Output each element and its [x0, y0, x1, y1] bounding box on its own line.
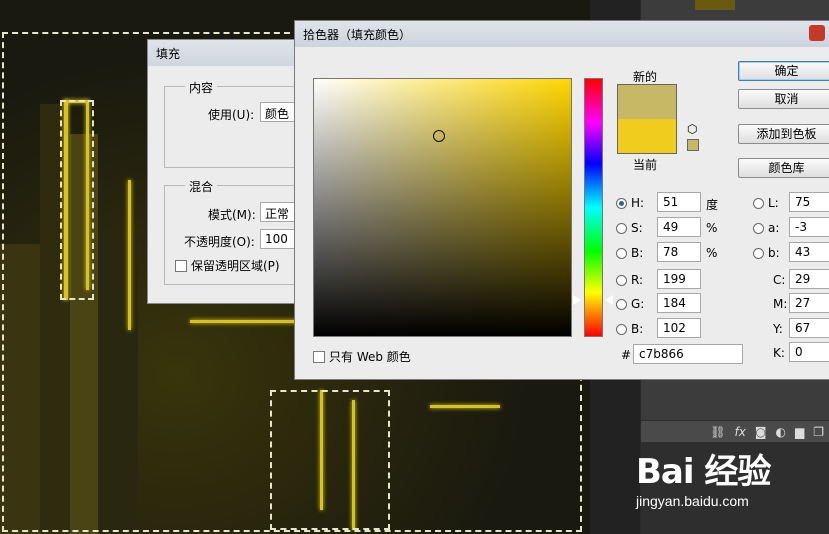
green-radio-row[interactable]: G: [616, 297, 644, 311]
content-group: 内容 [164, 79, 308, 168]
saturation-radio[interactable] [616, 223, 627, 234]
opacity-label: 不透明度(O): [184, 235, 255, 249]
add-to-swatches-button[interactable]: 添加到色板 [738, 124, 829, 144]
layers-panel-toolbar: ⛓ fx ◙ ◐ ▆ ❐ [641, 420, 829, 442]
close-button[interactable] [809, 25, 825, 41]
web-only-checkbox[interactable] [313, 351, 325, 363]
brightness-unit: % [706, 246, 718, 260]
lightness-radio-row[interactable]: L: [753, 196, 779, 210]
preserve-transparency-row[interactable]: 保留透明区域(P) [175, 257, 280, 274]
hue-slider[interactable] [584, 78, 603, 337]
red-input[interactable]: 199 [657, 269, 701, 289]
brightness-radio[interactable] [616, 248, 627, 259]
green-radio[interactable] [616, 299, 627, 310]
web-only-row[interactable]: 只有 Web 颜色 [313, 348, 411, 365]
hue-input[interactable]: 51 [657, 192, 701, 212]
magenta-input[interactable]: 27 [789, 293, 829, 313]
blue-radio-row[interactable]: B: [616, 322, 643, 336]
a-radio-row[interactable]: a: [753, 221, 779, 235]
hex-label: # [621, 348, 632, 362]
saturation-input[interactable]: 49 [657, 217, 701, 237]
fill-dialog-title[interactable]: 填充 [148, 40, 306, 66]
cancel-button[interactable]: 取消 [738, 89, 829, 109]
color-picker-title[interactable]: 拾色器（填充颜色） [295, 21, 829, 47]
black-input[interactable]: 0 [789, 342, 829, 362]
layer-thumbnail[interactable] [695, 0, 735, 10]
saturation-radio-row[interactable]: S: [616, 221, 643, 235]
a-input[interactable]: -3 [789, 217, 829, 237]
color-picker-dialog: 拾色器（填充颜色） 新的 当前 ⬡ 确定 取消 添加到色板 颜色库 H: 51 … [294, 20, 829, 380]
current-color-swatch[interactable] [617, 119, 677, 154]
baidu-logo: Bai 经验 [636, 452, 771, 492]
saturation-unit: % [706, 221, 718, 235]
a-radio[interactable] [753, 223, 764, 234]
use-label: 使用(U): [208, 108, 255, 122]
lightness-radio[interactable] [753, 198, 764, 209]
new-layer-icon[interactable]: ❐ [813, 425, 824, 439]
new-color-label: 新的 [633, 70, 658, 84]
gamut-cube-icon[interactable]: ⬡ [687, 122, 697, 136]
hue-radio[interactable] [616, 198, 627, 209]
red-radio[interactable] [616, 275, 627, 286]
blue-input[interactable]: 102 [657, 318, 701, 338]
color-cursor-icon[interactable] [433, 130, 445, 142]
mask-icon[interactable]: ◙ [755, 425, 767, 439]
mode-label: 模式(M): [208, 208, 256, 222]
black-label: K: [773, 346, 785, 360]
ok-button[interactable]: 确定 [738, 61, 829, 81]
yellow-label: Y: [773, 322, 783, 336]
current-color-label: 当前 [633, 158, 658, 172]
hue-radio-row[interactable]: H: [616, 196, 644, 210]
magenta-label: M: [773, 297, 788, 311]
brightness-input[interactable]: 78 [657, 242, 701, 262]
red-radio-row[interactable]: R: [616, 273, 643, 287]
hex-input[interactable]: c7b866 [633, 344, 743, 364]
preserve-transparency-label: 保留透明区域(P) [191, 259, 280, 273]
b-lab-input[interactable]: 43 [789, 242, 829, 262]
b-lab-radio-row[interactable]: b: [753, 246, 780, 260]
new-color-swatch [617, 84, 677, 119]
hue-slider-right-arrow-icon[interactable] [605, 295, 613, 305]
content-group-label: 内容 [185, 79, 218, 96]
baidu-jingyan-watermark: Bai 经验 jingyan.baidu.com [636, 444, 771, 509]
blend-group-label: 混合 [185, 178, 218, 195]
hue-slider-left-arrow-icon[interactable] [573, 295, 581, 305]
lightness-input[interactable]: 75 [789, 192, 829, 212]
web-only-label: 只有 Web 颜色 [329, 350, 411, 364]
watermark-url: jingyan.baidu.com [636, 493, 749, 509]
yellow-input[interactable]: 67 [789, 318, 829, 338]
color-libraries-button[interactable]: 颜色库 [738, 158, 829, 178]
saturation-brightness-field[interactable] [313, 78, 572, 337]
b-lab-radio[interactable] [753, 248, 764, 259]
fx-icon[interactable]: fx [735, 425, 746, 439]
brightness-radio-row[interactable]: B: [616, 246, 643, 260]
green-input[interactable]: 184 [657, 293, 701, 313]
fill-dialog: 填充 内容 使用(U): 颜色 混合 模式(M): 正常 不透明度(O): 10… [147, 39, 308, 304]
hue-unit: 度 [706, 198, 719, 212]
web-safe-swatch[interactable] [687, 139, 699, 151]
folder-icon[interactable]: ▆ [795, 425, 804, 439]
cyan-label: C: [773, 273, 786, 287]
blue-radio[interactable] [616, 324, 627, 335]
link-icon[interactable]: ⛓ [710, 425, 725, 439]
adjustment-icon[interactable]: ◐ [776, 425, 786, 439]
preserve-transparency-checkbox[interactable] [175, 260, 187, 272]
cyan-input[interactable]: 29 [789, 269, 829, 289]
